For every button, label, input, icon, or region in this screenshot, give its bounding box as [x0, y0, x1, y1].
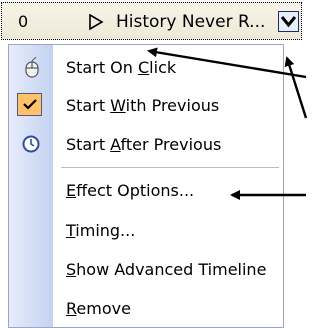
menu-item-start-with-previous[interactable]: Start With Previous: [9, 89, 283, 122]
animation-order-number: 0: [18, 12, 29, 31]
menu-item-label: Start With Previous: [66, 96, 220, 115]
menu-separator: [61, 167, 279, 168]
animation-item-name: History Never R...: [116, 12, 266, 32]
menu-item-effect-options[interactable]: Effect Options...: [9, 174, 283, 207]
menu-item-label: Effect Options...: [66, 181, 195, 200]
menu-item-start-on-click[interactable]: Start On Click: [9, 51, 283, 84]
dropdown-button[interactable]: [278, 11, 299, 32]
menu-item-label: Start On Click: [66, 58, 177, 77]
menu-item-label: Start After Previous: [66, 135, 222, 154]
menu-item-remove[interactable]: Remove: [9, 292, 283, 325]
menu-item-label: Show Advanced Timeline: [66, 260, 267, 279]
menu-item-label: Timing...: [66, 221, 136, 240]
menu-item-show-advanced-timeline[interactable]: Show Advanced Timeline: [9, 253, 283, 286]
checked-indicator: [17, 93, 42, 116]
context-menu: Start On Click Start With Previous Start…: [8, 44, 284, 328]
check-icon: [23, 99, 37, 110]
clock-icon: [22, 135, 40, 157]
mouse-icon: [23, 56, 41, 83]
chevron-down-icon: [281, 16, 296, 28]
menu-item-timing[interactable]: Timing...: [9, 214, 283, 247]
arrow-to-dropdown: [284, 56, 308, 119]
menu-item-start-after-previous[interactable]: Start After Previous: [9, 128, 283, 161]
animation-list-item[interactable]: 0 History Never R...: [1, 2, 302, 40]
menu-item-label: Remove: [66, 299, 131, 318]
play-icon: [88, 13, 104, 34]
